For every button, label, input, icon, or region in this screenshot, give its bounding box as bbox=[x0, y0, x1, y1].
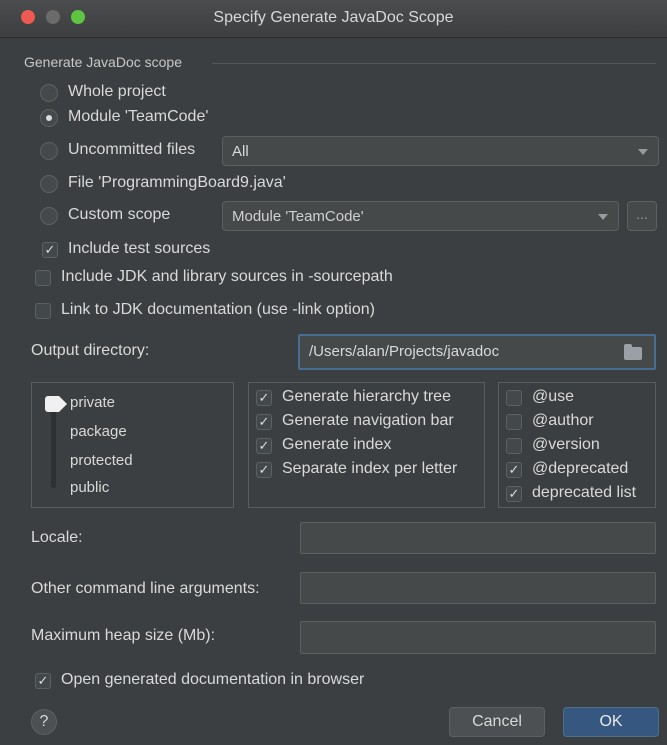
generate-hierarchy-tree-checkbox[interactable]: ✓ bbox=[256, 390, 272, 406]
uncommitted-files-combo[interactable]: All bbox=[222, 136, 659, 166]
output-directory-field[interactable]: /Users/alan/Projects/javadoc bbox=[298, 334, 656, 370]
locale-label: Locale: bbox=[31, 529, 83, 546]
separate-index-checkbox[interactable]: ✓ bbox=[256, 462, 272, 478]
scope-section-title: Generate JavaDoc scope bbox=[24, 54, 182, 70]
generate-navigation-bar-label[interactable]: Generate navigation bar bbox=[282, 412, 454, 430]
include-jdk-label[interactable]: Include JDK and library sources in -sour… bbox=[61, 268, 393, 286]
tag-author-label[interactable]: @author bbox=[532, 412, 594, 430]
visibility-level-public[interactable]: public bbox=[70, 479, 109, 496]
open-in-browser-label[interactable]: Open generated documentation in browser bbox=[61, 671, 364, 689]
section-divider bbox=[212, 63, 656, 64]
tag-use-label[interactable]: @use bbox=[532, 388, 574, 406]
tag-deprecated-label[interactable]: @deprecated bbox=[532, 460, 628, 478]
heap-size-field[interactable] bbox=[300, 621, 656, 654]
tag-deprecated-checkbox[interactable]: ✓ bbox=[506, 462, 522, 478]
dialog-window: Specify Generate JavaDoc Scope Generate … bbox=[0, 0, 667, 745]
chevron-down-icon bbox=[638, 149, 648, 155]
heap-size-label: Maximum heap size (Mb): bbox=[31, 627, 216, 644]
visibility-level-protected[interactable]: protected bbox=[70, 452, 133, 469]
title-bar[interactable]: Specify Generate JavaDoc Scope bbox=[0, 0, 667, 38]
other-args-field[interactable] bbox=[300, 572, 656, 604]
radio-module[interactable] bbox=[40, 109, 58, 127]
include-test-sources-checkbox[interactable]: ✓ bbox=[42, 242, 58, 258]
tag-version-checkbox[interactable] bbox=[506, 438, 522, 454]
link-jdk-checkbox[interactable] bbox=[35, 303, 51, 319]
output-directory-value: /Users/alan/Projects/javadoc bbox=[309, 343, 500, 360]
visibility-slider-track[interactable] bbox=[51, 400, 56, 488]
radio-whole-project[interactable] bbox=[40, 84, 58, 102]
radio-custom-scope-label[interactable]: Custom scope bbox=[68, 206, 170, 224]
cancel-button[interactable]: Cancel bbox=[449, 707, 545, 737]
tag-deprecated-list-checkbox[interactable]: ✓ bbox=[506, 486, 522, 502]
tag-author-checkbox[interactable] bbox=[506, 414, 522, 430]
include-jdk-checkbox[interactable] bbox=[35, 270, 51, 286]
window-title: Specify Generate JavaDoc Scope bbox=[213, 9, 454, 26]
radio-module-label[interactable]: Module 'TeamCode' bbox=[68, 108, 208, 126]
generate-hierarchy-tree-label[interactable]: Generate hierarchy tree bbox=[282, 388, 451, 406]
radio-custom-scope[interactable] bbox=[40, 207, 58, 225]
visibility-level-private[interactable]: private bbox=[70, 394, 115, 411]
tag-use-checkbox[interactable] bbox=[506, 390, 522, 406]
tag-version-label[interactable]: @version bbox=[532, 436, 600, 454]
help-button[interactable]: ? bbox=[31, 709, 57, 735]
open-in-browser-checkbox[interactable]: ✓ bbox=[35, 673, 51, 689]
generate-index-checkbox[interactable]: ✓ bbox=[256, 438, 272, 454]
link-jdk-label[interactable]: Link to JDK documentation (use -link opt… bbox=[61, 301, 375, 319]
locale-field[interactable] bbox=[300, 522, 656, 554]
other-args-label: Other command line arguments: bbox=[31, 580, 260, 597]
radio-whole-project-label[interactable]: Whole project bbox=[68, 83, 166, 101]
browse-scope-button[interactable]: ... bbox=[627, 201, 657, 231]
generate-navigation-bar-checkbox[interactable]: ✓ bbox=[256, 414, 272, 430]
radio-uncommitted-files-label[interactable]: Uncommitted files bbox=[68, 141, 195, 159]
include-test-sources-label[interactable]: Include test sources bbox=[68, 240, 210, 258]
uncommitted-files-combo-value: All bbox=[232, 143, 249, 160]
chevron-down-icon bbox=[598, 214, 608, 220]
folder-icon[interactable] bbox=[624, 344, 642, 360]
separate-index-label[interactable]: Separate index per letter bbox=[282, 460, 457, 478]
output-directory-label: Output directory: bbox=[31, 342, 150, 359]
ok-button[interactable]: OK bbox=[563, 707, 659, 737]
radio-file-label[interactable]: File 'ProgrammingBoard9.java' bbox=[68, 174, 286, 192]
custom-scope-combo-value: Module 'TeamCode' bbox=[232, 208, 364, 225]
visibility-level-package[interactable]: package bbox=[70, 423, 127, 440]
radio-file[interactable] bbox=[40, 175, 58, 193]
tag-deprecated-list-label[interactable]: deprecated list bbox=[532, 484, 636, 502]
generate-index-label[interactable]: Generate index bbox=[282, 436, 391, 454]
custom-scope-combo[interactable]: Module 'TeamCode' bbox=[222, 201, 619, 231]
radio-uncommitted-files[interactable] bbox=[40, 142, 58, 160]
